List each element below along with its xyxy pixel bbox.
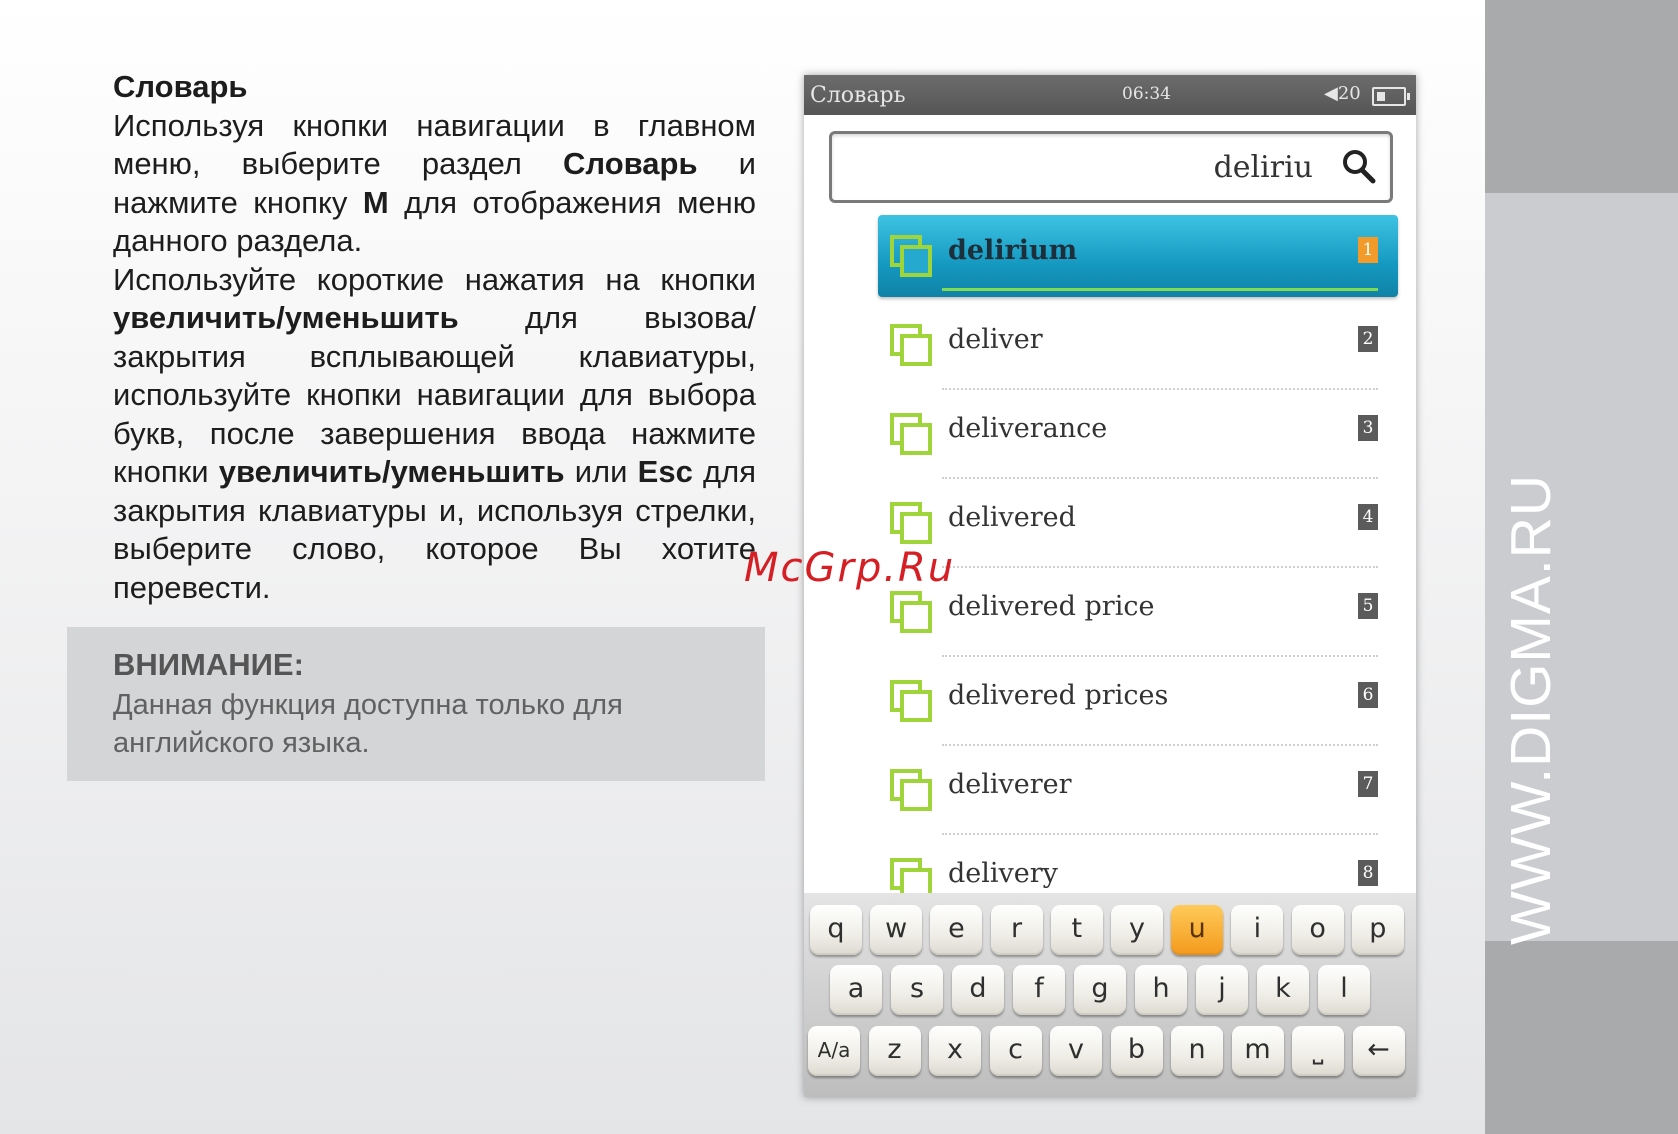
key[interactable]: d [952, 965, 1004, 1015]
onscreen-keyboard: q w e r t y u i o p a s d f g h j k l A/a z x c v b n m ⎵ ← [804, 893, 1416, 1097]
result-word: deliverer [948, 769, 1072, 800]
search-input[interactable] [911, 146, 1315, 188]
text: или [564, 454, 638, 489]
key[interactable]: n [1171, 1026, 1223, 1076]
result-number: 6 [1358, 682, 1378, 708]
attention-box: ВНИМАНИЕ: Данная функция доступна только… [67, 627, 765, 781]
result-item[interactable]: deliver 2 [878, 304, 1398, 390]
result-word: delivered prices [948, 680, 1169, 711]
result-word: delivery [948, 858, 1058, 889]
key[interactable]: ⎵ [1292, 1026, 1344, 1076]
clock: 06:34 [1122, 84, 1171, 104]
copy-icon [890, 413, 932, 455]
key[interactable]: x [929, 1026, 981, 1076]
key[interactable]: u [1171, 905, 1224, 955]
result-number: 7 [1358, 771, 1378, 797]
result-item[interactable]: delivered prices 6 [878, 660, 1398, 746]
result-item[interactable]: delivered price 5 [878, 571, 1398, 657]
divider [942, 566, 1378, 568]
key[interactable]: j [1196, 965, 1248, 1015]
attention-text: Данная функция доступна только для англи… [113, 689, 623, 759]
result-item[interactable]: deliverer 7 [878, 749, 1398, 835]
key[interactable]: i [1231, 905, 1284, 955]
result-word: deliver [948, 324, 1043, 355]
side-band-top [1485, 0, 1678, 193]
paragraph-2: Используйте короткие нажатия на кнопки у… [113, 261, 756, 608]
key[interactable]: q [810, 905, 862, 955]
status-bar: Словарь 06:34 ◀20 [804, 75, 1416, 115]
key[interactable]: l [1318, 965, 1370, 1015]
bold-text: увеличить/уменьшить [113, 300, 459, 335]
search-box [829, 131, 1393, 203]
battery-icon [1372, 87, 1410, 106]
result-item[interactable]: deliverance 3 [878, 393, 1398, 479]
key[interactable]: ← [1352, 1026, 1405, 1076]
side-band-bottom [1485, 941, 1678, 1134]
result-number: 3 [1358, 415, 1378, 441]
key[interactable]: r [990, 905, 1043, 955]
result-item[interactable]: delivered 4 [878, 482, 1398, 568]
key[interactable]: h [1135, 965, 1187, 1015]
key[interactable]: b [1110, 1026, 1163, 1076]
result-number: 2 [1358, 326, 1378, 352]
key[interactable]: m [1231, 1026, 1284, 1076]
copy-icon [890, 680, 932, 722]
bold-text: Словарь [563, 146, 698, 181]
battery-fill [1377, 92, 1385, 101]
watermark: McGrp.Ru [744, 545, 956, 591]
result-word: delirium [948, 235, 1078, 266]
divider [942, 744, 1378, 746]
copy-icon [890, 324, 932, 366]
key[interactable]: p [1351, 905, 1404, 955]
divider [942, 388, 1378, 390]
key[interactable]: g [1074, 965, 1126, 1015]
key[interactable]: f [1013, 965, 1065, 1015]
key[interactable]: e [930, 905, 983, 955]
result-item[interactable]: delirium 1 [878, 215, 1398, 297]
volume-level: 20 [1337, 83, 1361, 104]
key[interactable]: w [870, 905, 923, 955]
key[interactable]: a [830, 965, 882, 1015]
result-number: 5 [1358, 593, 1378, 619]
paragraph-1: Используя кнопки навигации в главном мен… [113, 107, 756, 261]
key[interactable]: A/a [808, 1026, 860, 1076]
divider [942, 288, 1378, 291]
copy-icon [890, 235, 932, 277]
key[interactable]: t [1050, 905, 1103, 955]
copy-icon [890, 502, 932, 544]
result-word: delivered [948, 502, 1076, 533]
section-heading: Словарь [113, 69, 248, 104]
key[interactable]: k [1257, 965, 1309, 1015]
copy-icon [890, 591, 932, 633]
instructions: Словарь Используя кнопки навигации в гла… [113, 68, 756, 607]
search-icon[interactable] [1340, 148, 1376, 184]
key[interactable]: v [1050, 1026, 1102, 1076]
app-title: Словарь [810, 83, 906, 108]
copy-icon [890, 769, 932, 811]
divider [942, 833, 1378, 835]
result-number: 4 [1358, 504, 1378, 530]
key[interactable]: o [1291, 905, 1344, 955]
key[interactable]: z [868, 1026, 921, 1076]
result-number: 8 [1358, 860, 1378, 886]
result-number: 1 [1358, 237, 1378, 263]
volume-indicator: ◀20 [1324, 83, 1361, 104]
speaker-icon: ◀ [1324, 83, 1338, 104]
bold-text: Esc [637, 454, 693, 489]
key[interactable]: c [989, 1026, 1042, 1076]
attention-title: ВНИМАНИЕ: [113, 647, 304, 682]
key[interactable]: s [891, 965, 943, 1015]
text: Используйте короткие нажатия на кнопки [113, 261, 756, 297]
divider [942, 655, 1378, 657]
website-label: WWW.DIGMA.RU [1499, 473, 1563, 945]
divider [942, 477, 1378, 479]
result-word: deliverance [948, 413, 1108, 444]
result-word: delivered price [948, 591, 1155, 622]
key[interactable]: y [1111, 905, 1163, 955]
bold-text: увеличить/уменьшить [218, 454, 565, 489]
bold-text: M [362, 184, 389, 220]
